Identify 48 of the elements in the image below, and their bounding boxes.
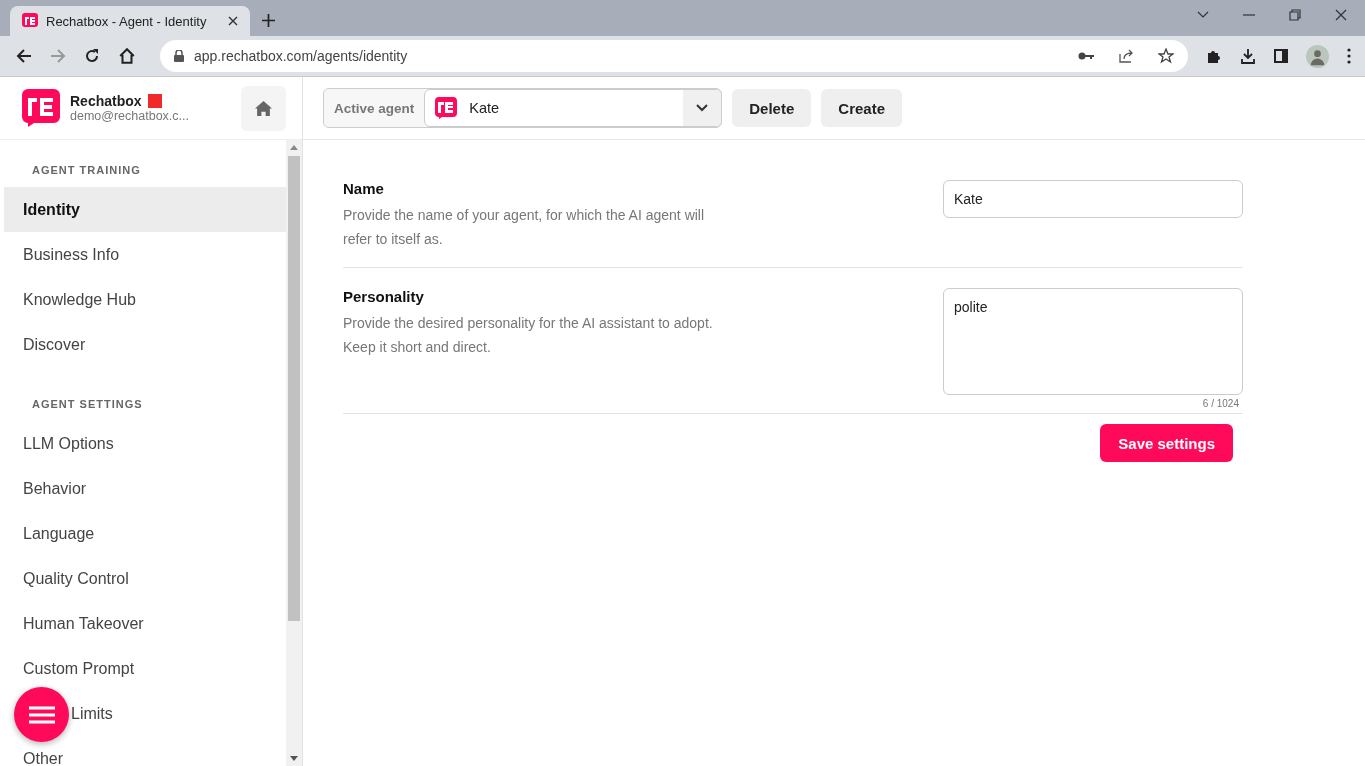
tab-title: Rechatbox - Agent - Identity	[46, 13, 208, 29]
logo-icon	[22, 89, 60, 127]
status-square-icon	[147, 94, 162, 108]
section-heading: AGENT SETTINGS	[31, 397, 144, 412]
home-button[interactable]	[241, 85, 286, 131]
more-icon[interactable]	[1347, 48, 1351, 64]
logo-icon	[435, 97, 458, 119]
field-title: Name	[343, 180, 385, 197]
share-icon[interactable]	[1118, 48, 1134, 64]
character-counter: 6 / 1024	[1202, 397, 1240, 409]
field-description: Provide the name of your agent, for which the AI agent will refer to itself as.	[343, 206, 706, 249]
browser-tab[interactable]: Rechatbox - Agent - Identity	[10, 6, 250, 36]
caret-icon	[696, 104, 709, 112]
save-button[interactable]: Save settings	[1100, 424, 1233, 462]
text-area[interactable]: polite	[943, 288, 1243, 395]
side-panel-icon[interactable]	[1274, 49, 1288, 63]
home-icon[interactable]	[118, 47, 136, 65]
new-tab-icon[interactable]	[262, 14, 275, 27]
account-name: Rechatbox	[70, 93, 142, 109]
download-icon[interactable]	[1240, 48, 1256, 64]
close-icon[interactable]	[1335, 9, 1347, 21]
address-bar[interactable]: app.rechatbox.com/agents/identity	[160, 40, 1188, 72]
avatar-icon[interactable]	[1306, 44, 1329, 68]
home-icon	[255, 99, 272, 117]
restore-icon[interactable]	[1289, 9, 1301, 21]
star-icon[interactable]	[1158, 48, 1174, 64]
logo-icon	[22, 13, 38, 29]
lock-icon	[174, 50, 184, 62]
section-heading: AGENT TRAINING	[31, 163, 142, 178]
reload-icon[interactable]	[84, 48, 100, 64]
create-button[interactable]: Create	[821, 89, 902, 127]
account-email: demo@rechatbox.c...	[70, 109, 190, 123]
scroll-up-icon[interactable]	[290, 145, 298, 150]
scrollbar[interactable]	[286, 140, 302, 766]
active-agent-label: Active agent	[333, 100, 416, 116]
close-icon[interactable]	[228, 16, 238, 26]
key-icon[interactable]	[1078, 52, 1094, 60]
sidebar-item[interactable]: Identity	[4, 187, 286, 232]
scroll-down-icon[interactable]	[290, 756, 298, 761]
field-description: Provide the desired personality for the AI assistant to adopt. Keep it short and direct.	[343, 314, 714, 357]
input-field[interactable]: Kate	[943, 180, 1243, 218]
menu-icon	[28, 704, 55, 725]
back-icon[interactable]	[16, 48, 32, 64]
delete-button[interactable]: Delete	[732, 89, 812, 127]
puzzle-icon[interactable]	[1206, 48, 1222, 64]
agent-select[interactable]: Kate	[424, 89, 723, 127]
field-title: Personality	[343, 288, 425, 305]
chevron-down-icon[interactable]	[1197, 11, 1209, 19]
